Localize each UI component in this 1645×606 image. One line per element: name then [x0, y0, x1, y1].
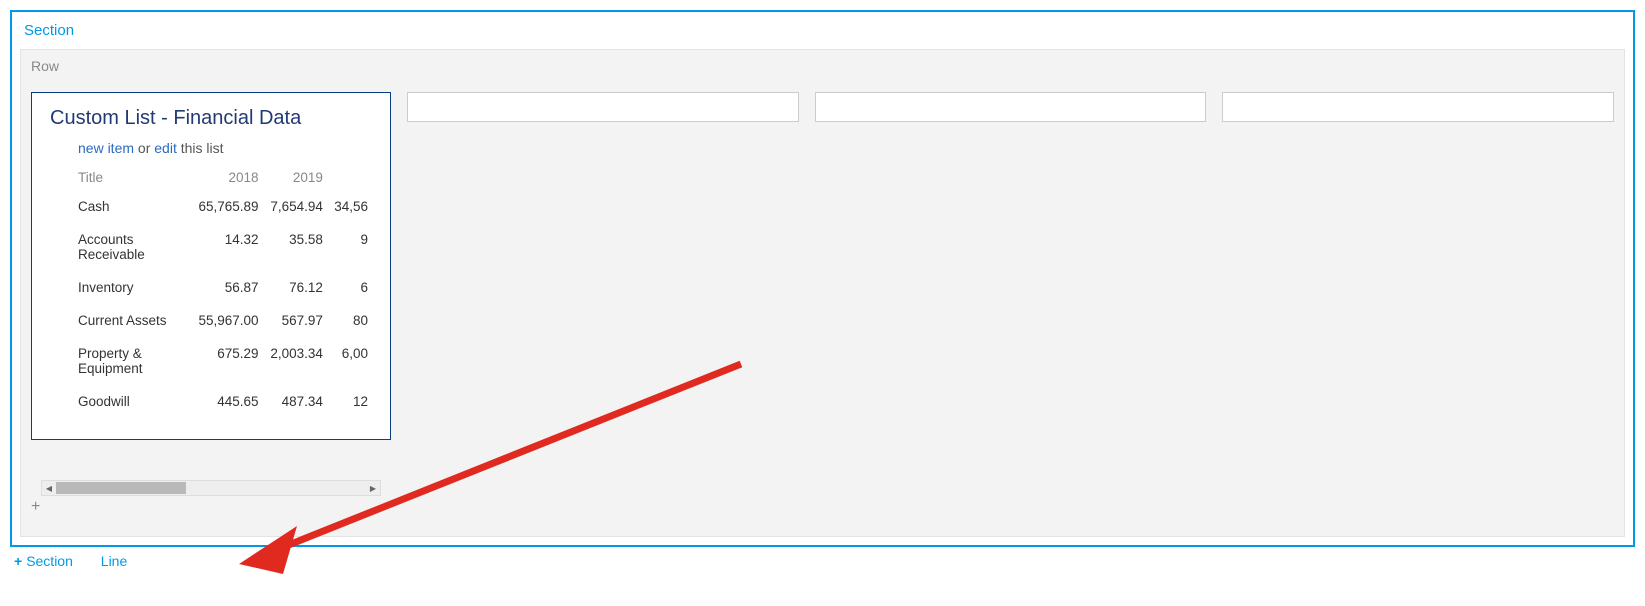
edit-list-link[interactable]: edit	[154, 140, 177, 156]
cell-2019: 567.97	[263, 307, 327, 340]
cell-extra: 9	[327, 226, 372, 274]
cell-2019: 487.34	[263, 388, 327, 421]
table-row[interactable]: Goodwill445.65487.3412	[50, 388, 372, 421]
webpart-empty-zone-2[interactable]	[815, 92, 1207, 122]
col-header-2018[interactable]: 2018	[192, 166, 263, 193]
col-header-extra[interactable]	[327, 166, 372, 193]
cell-extra: 80	[327, 307, 372, 340]
cell-2018: 675.29	[192, 340, 263, 388]
cell-extra: 12	[327, 388, 372, 421]
cell-2018: 14.32	[192, 226, 263, 274]
cell-extra: 6,00	[327, 340, 372, 388]
table-row[interactable]: Current Assets55,967.00567.9780	[50, 307, 372, 340]
cell-title: Current Assets	[50, 307, 192, 340]
webpart-custom-list[interactable]: Custom List - Financial Data new item or…	[31, 92, 391, 440]
section-container[interactable]: Section Row Custom List - Financial Data…	[10, 10, 1635, 547]
cell-2018: 65,765.89	[192, 193, 263, 226]
col-header-title[interactable]: Title	[50, 166, 192, 193]
row-container[interactable]: Row Custom List - Financial Data new ite…	[20, 49, 1625, 537]
cell-title: Accounts Receivable	[50, 226, 192, 274]
webpart-empty-zone-1[interactable]	[407, 92, 799, 122]
table-row[interactable]: Property & Equipment675.292,003.346,00	[50, 340, 372, 388]
actions-tail: this list	[177, 140, 224, 156]
cell-2019: 76.12	[263, 274, 327, 307]
cell-2018: 445.65	[192, 388, 263, 421]
row-body: Custom List - Financial Data new item or…	[21, 80, 1624, 496]
table-row[interactable]: Accounts Receivable14.3235.589	[50, 226, 372, 274]
list-table: Title 2018 2019 Cash65,765.897,654.9434,…	[50, 166, 372, 421]
table-row[interactable]: Cash65,765.897,654.9434,56	[50, 193, 372, 226]
list-title: Custom List - Financial Data	[50, 107, 372, 130]
cell-title: Inventory	[50, 274, 192, 307]
plus-icon: +	[14, 553, 26, 569]
cell-2019: 2,003.34	[263, 340, 327, 388]
scroll-track[interactable]	[56, 482, 366, 494]
cell-title: Property & Equipment	[50, 340, 192, 388]
row-label[interactable]: Row	[21, 50, 1624, 80]
add-line-button[interactable]: Line	[101, 553, 139, 569]
cell-title: Cash	[50, 193, 192, 226]
col-header-2019[interactable]: 2019	[263, 166, 327, 193]
section-label[interactable]: Section	[12, 12, 1633, 45]
cell-extra: 6	[327, 274, 372, 307]
scroll-right-icon[interactable]: ▶	[366, 481, 380, 495]
scroll-thumb[interactable]	[56, 482, 186, 494]
cell-2018: 55,967.00	[192, 307, 263, 340]
plus-icon: +	[31, 498, 40, 515]
cell-2018: 56.87	[192, 274, 263, 307]
table-row[interactable]: Inventory56.8776.126	[50, 274, 372, 307]
list-actions: new item or edit this list	[50, 136, 372, 166]
horizontal-scrollbar[interactable]: ◀ ▶	[41, 480, 381, 496]
new-item-link[interactable]: new item	[78, 140, 134, 156]
add-row-button[interactable]: +	[21, 496, 1624, 524]
cell-2019: 7,654.94	[263, 193, 327, 226]
scroll-left-icon[interactable]: ◀	[42, 481, 56, 495]
webpart-empty-zone-3[interactable]	[1222, 92, 1614, 122]
cell-extra: 34,56	[327, 193, 372, 226]
table-header-row: Title 2018 2019	[50, 166, 372, 193]
cell-2019: 35.58	[263, 226, 327, 274]
cell-title: Goodwill	[50, 388, 192, 421]
add-section-button[interactable]: +Section	[14, 553, 97, 569]
actions-sep: or	[134, 140, 154, 156]
add-bar: +Section Line	[10, 547, 1635, 575]
